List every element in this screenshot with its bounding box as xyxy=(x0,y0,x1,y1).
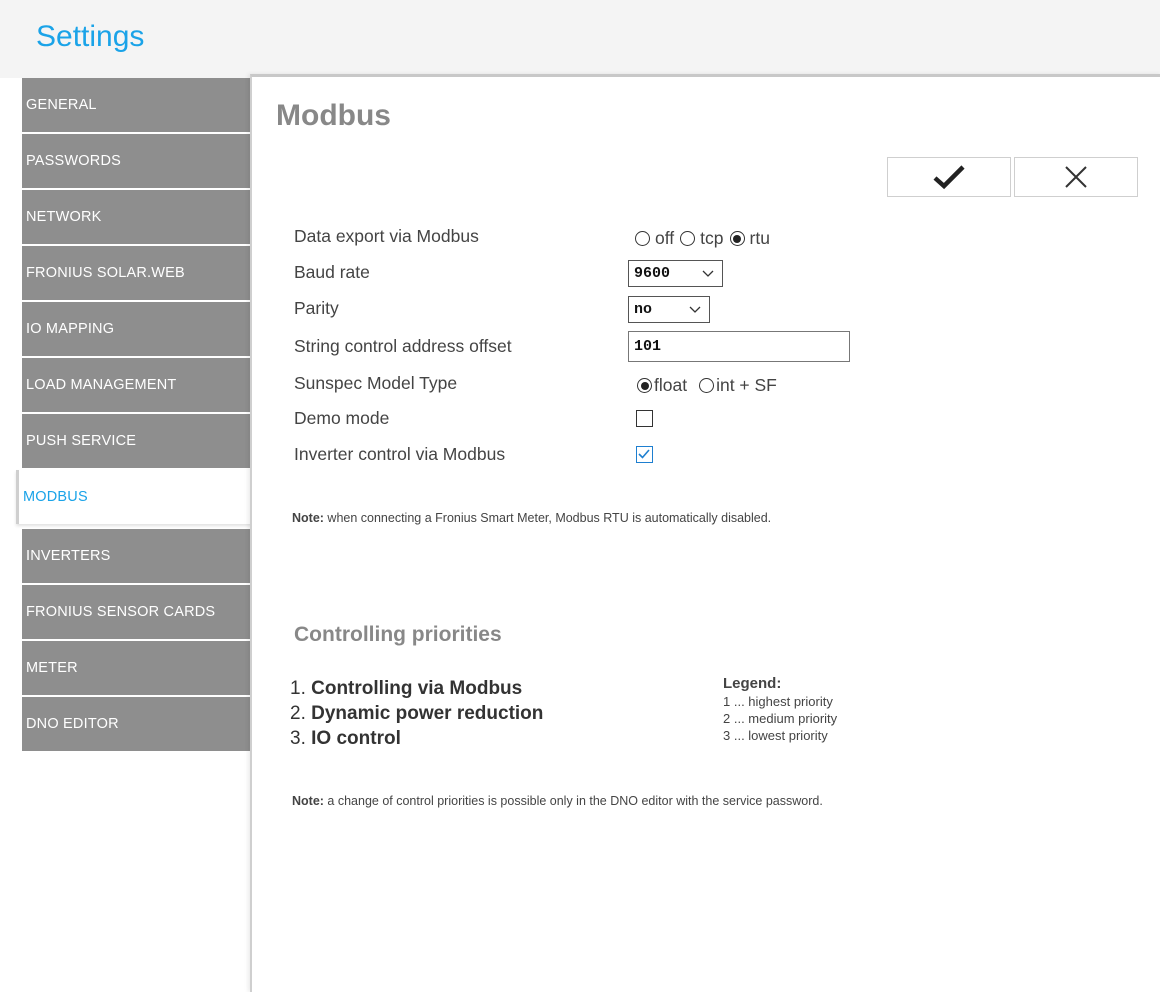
legend-title: Legend: xyxy=(723,675,782,692)
priority-item: 2. Dynamic power reduction xyxy=(290,703,543,725)
data-export-rtu-label: rtu xyxy=(749,228,770,248)
chevron-down-icon xyxy=(689,306,701,313)
sidebar-item-passwords[interactable]: PASSWORDS xyxy=(22,134,250,188)
priority-number: 3. xyxy=(290,728,312,749)
save-button[interactable] xyxy=(887,157,1011,197)
sidebar-item-modbus[interactable]: MODBUS xyxy=(16,470,256,524)
baud-rate-select[interactable]: 9600 xyxy=(628,260,723,287)
priority-text: IO control xyxy=(311,728,401,749)
data-export-tcp-radio[interactable] xyxy=(680,231,696,246)
priority-item: 1. Controlling via Modbus xyxy=(290,678,522,700)
legend-item: 2 ... medium priority xyxy=(723,711,838,726)
legend-item: 1 ... highest priority xyxy=(723,694,833,709)
page-title: Modbus xyxy=(276,99,391,132)
sidebar-item-fronius-sensor-cards[interactable]: FRONIUS SENSOR CARDS xyxy=(22,585,250,639)
baud-rate-value: 9600 xyxy=(634,265,671,282)
demo-mode-checkbox[interactable] xyxy=(636,410,653,427)
note-smart-meter: Note: when connecting a Fronius Smart Me… xyxy=(292,511,771,525)
sunspec-float-label: float xyxy=(654,375,688,395)
sidebar-item-push-service[interactable]: PUSH SERVICE xyxy=(22,414,250,468)
checkmark-icon xyxy=(638,449,650,459)
parity-select[interactable]: no xyxy=(628,296,710,323)
data-export-tcp-label: tcp xyxy=(700,228,724,248)
sunspec-radio-group: float int + SF xyxy=(637,375,783,396)
checkmark-icon xyxy=(933,165,965,190)
priorities-title: Controlling priorities xyxy=(294,623,502,646)
sidebar-item-fronius-solar-web[interactable]: FRONIUS SOLAR.WEB xyxy=(22,246,250,300)
top-bar: Settings xyxy=(0,0,1160,78)
parity-label: Parity xyxy=(294,298,339,318)
note-label: Note: xyxy=(292,794,324,808)
inverter-control-checkbox[interactable] xyxy=(636,446,653,463)
parity-value: no xyxy=(634,301,653,318)
note-text: when connecting a Fronius Smart Meter, M… xyxy=(323,511,772,525)
app-title: Settings xyxy=(36,20,145,53)
legend-item: 3 ... lowest priority xyxy=(723,728,828,743)
sidebar-item-general[interactable]: GENERAL xyxy=(22,78,250,132)
priority-item: 3. IO control xyxy=(290,728,401,750)
sidebar-item-inverters[interactable]: INVERTERS xyxy=(22,529,250,583)
chevron-down-icon xyxy=(702,270,714,277)
content-panel: Modbus Data export via Modbus off tcp rt… xyxy=(250,74,1160,992)
data-export-off-radio[interactable] xyxy=(635,231,650,246)
priority-number: 1. xyxy=(290,678,312,699)
data-export-off-label: off xyxy=(655,228,675,248)
close-icon xyxy=(1065,166,1087,188)
note-dno-editor: Note: a change of control priorities is … xyxy=(292,794,823,808)
sidebar-item-meter[interactable]: METER xyxy=(22,641,250,695)
sunspec-int-sf-radio[interactable] xyxy=(699,378,715,393)
priority-text: Controlling via Modbus xyxy=(311,678,523,699)
inverter-control-label: Inverter control via Modbus xyxy=(294,444,506,464)
note-label: Note: xyxy=(292,511,324,525)
sunspec-float-radio[interactable] xyxy=(637,378,652,393)
data-export-label: Data export via Modbus xyxy=(294,226,479,246)
data-export-radio-group: off tcp rtu xyxy=(635,228,776,249)
sidebar-nav: GENERAL PASSWORDS NETWORK FRONIUS SOLAR.… xyxy=(16,78,256,989)
string-offset-label: String control address offset xyxy=(294,336,512,356)
baud-rate-label: Baud rate xyxy=(294,262,370,282)
sidebar-item-io-mapping[interactable]: IO MAPPING xyxy=(22,302,250,356)
string-offset-input[interactable]: 101 xyxy=(628,331,850,362)
data-export-rtu-radio[interactable] xyxy=(729,231,745,246)
note-text: a change of control priorities is possib… xyxy=(323,794,823,808)
sidebar-item-dno-editor[interactable]: DNO EDITOR xyxy=(22,697,250,751)
cancel-button[interactable] xyxy=(1014,157,1138,197)
priority-number: 2. xyxy=(290,703,312,724)
sidebar-item-load-management[interactable]: LOAD MANAGEMENT xyxy=(22,358,250,412)
sunspec-int-sf-label: int + SF xyxy=(716,375,777,395)
sidebar-item-network[interactable]: NETWORK xyxy=(22,190,250,244)
priority-text: Dynamic power reduction xyxy=(311,703,544,724)
sunspec-label: Sunspec Model Type xyxy=(294,373,458,393)
demo-mode-label: Demo mode xyxy=(294,408,390,428)
